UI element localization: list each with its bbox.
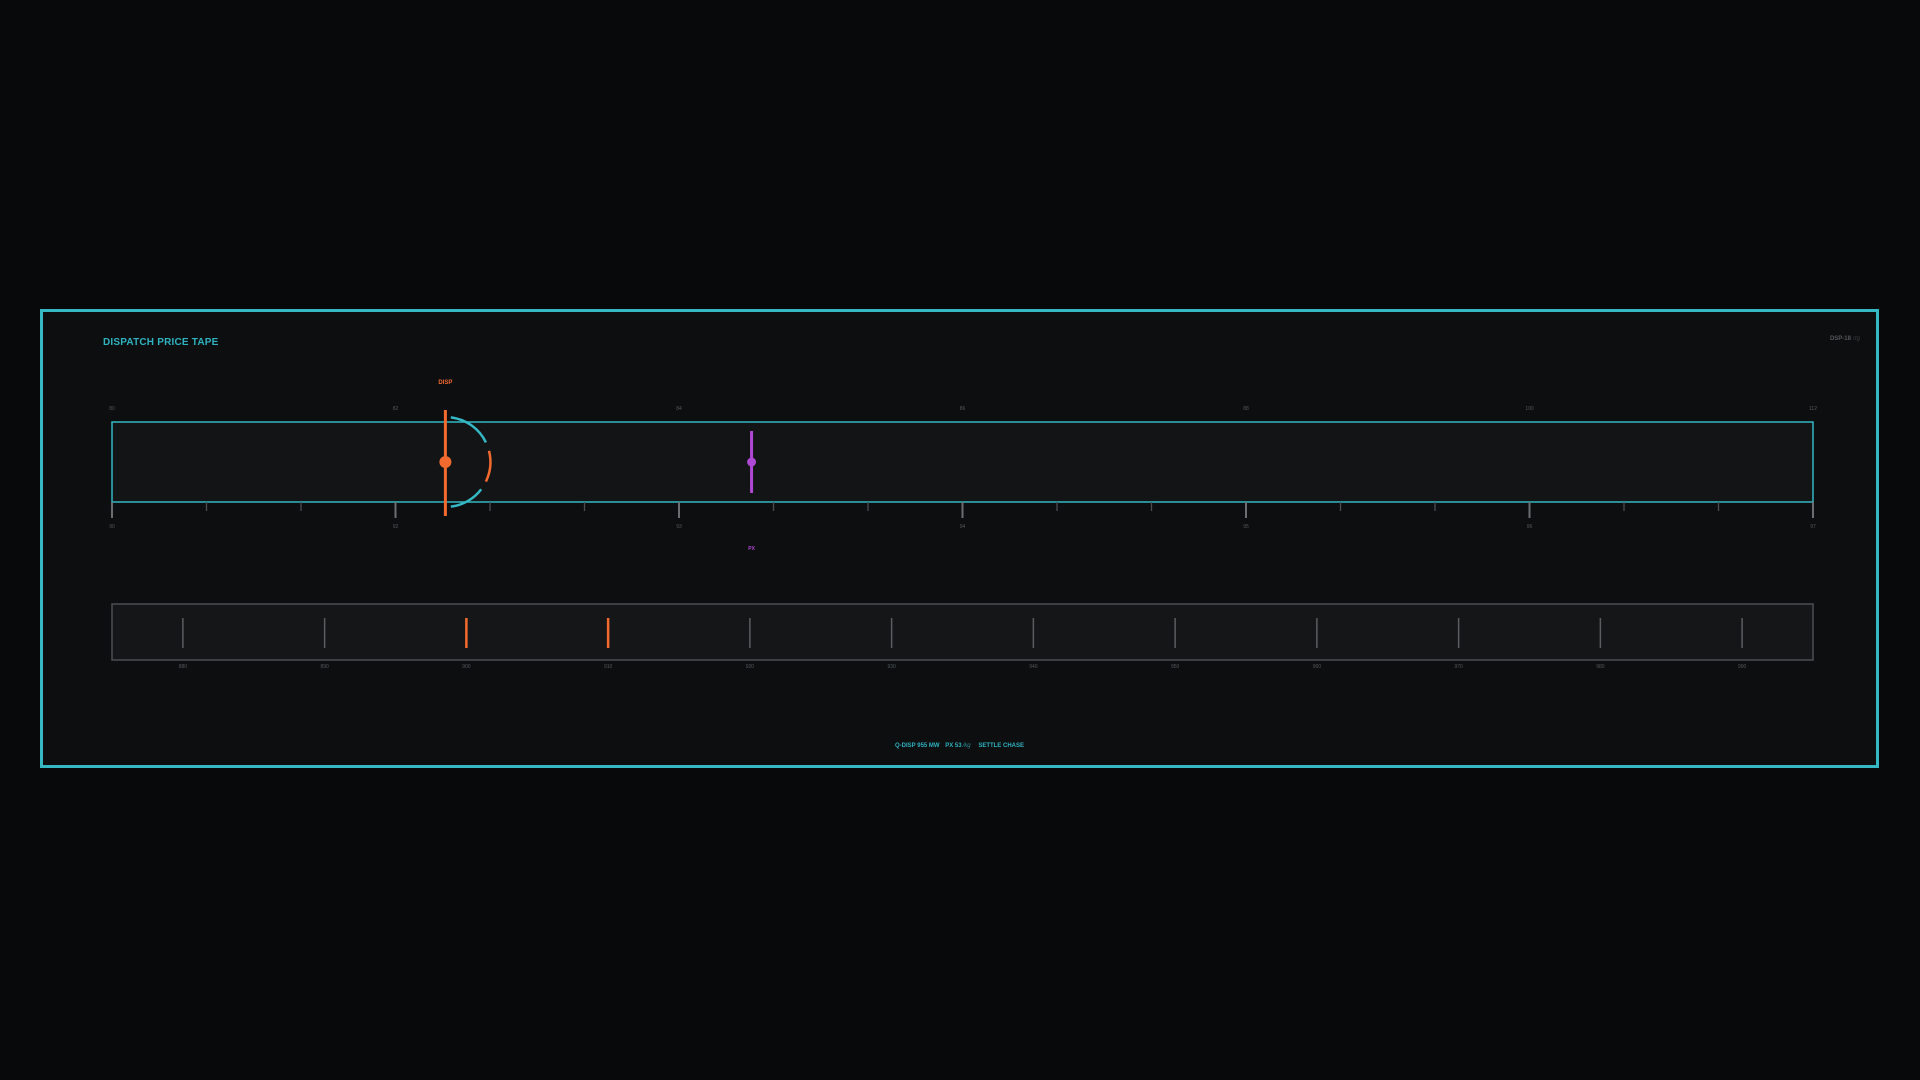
strip-label: 900 [462,664,471,670]
tape-top-label: 100 [1525,406,1534,412]
tape-bottom-label: 95 [1243,524,1249,530]
tape-bottom-label: 94 [960,524,966,530]
tape-top-label: 84 [676,406,682,412]
settlement-strip-group: 880 890 900 910 920 930 940 950 960 970 980 990 [111,603,1814,670]
tape-bottom-label: 90 [109,524,115,530]
strip-label: 960 [1313,664,1322,670]
strip-label: 880 [179,664,188,670]
price-tape-graphic: 80 82 84 86 88 100 112 90 92 93 94 95 96 97 DISP PX 8… [109,380,1817,670]
strip-label: 980 [1596,664,1605,670]
tape-bottom-labels: 90 92 93 94 95 96 97 [109,524,1816,530]
px-marker-label: PX [748,546,755,552]
strip-label: 940 [1029,664,1038,670]
strip-labels: 880 890 900 910 920 930 940 950 960 970 980 990 [179,664,1747,670]
tape-top-label: 82 [393,406,399,412]
tape-bottom-label: 93 [676,524,682,530]
q-disp-readout: Q-DISP 955 MW [895,743,940,749]
settlement-strip[interactable] [111,603,1814,661]
disp-marker-label: DISP [438,380,452,386]
tape-top-labels: 80 82 84 86 88 100 112 [109,406,1817,412]
strip-label: 970 [1454,664,1463,670]
px-marker-handle[interactable] [747,457,757,467]
strip-label: 950 [1171,664,1180,670]
strip-label: 990 [1738,664,1747,670]
tape-track-group: 80 82 84 86 88 100 112 90 92 93 94 95 96 97 DISP PX [109,380,1817,552]
tape-bottom-label: 96 [1527,524,1533,530]
tape-top-label: 112 [1809,406,1817,412]
tape-top-label: 80 [109,406,115,412]
status-footer: Q-DISP 955 MW PX 53/kg SETTLE CHASE [43,743,1876,749]
px-readout: PX 53 [945,743,962,749]
px-unit: /kg [962,743,971,749]
settle-mode: SETTLE CHASE [978,743,1024,749]
dispatch-price-panel: DISPATCH PRICE TAPE DSP-18 rtg 80 82 84 86 88… [40,309,1879,768]
tape-top-label: 86 [960,406,966,412]
disp-marker-handle[interactable] [439,456,452,468]
tape-track[interactable] [111,421,1814,503]
strip-label: 910 [604,664,613,670]
tape-bottom-ticks [111,502,1814,518]
strip-label: 890 [320,664,329,670]
strip-label: 930 [887,664,896,670]
tape-bottom-label: 92 [393,524,399,530]
tape-bottom-label: 97 [1810,524,1816,530]
tape-top-label: 88 [1243,406,1249,412]
strip-label: 920 [746,664,755,670]
